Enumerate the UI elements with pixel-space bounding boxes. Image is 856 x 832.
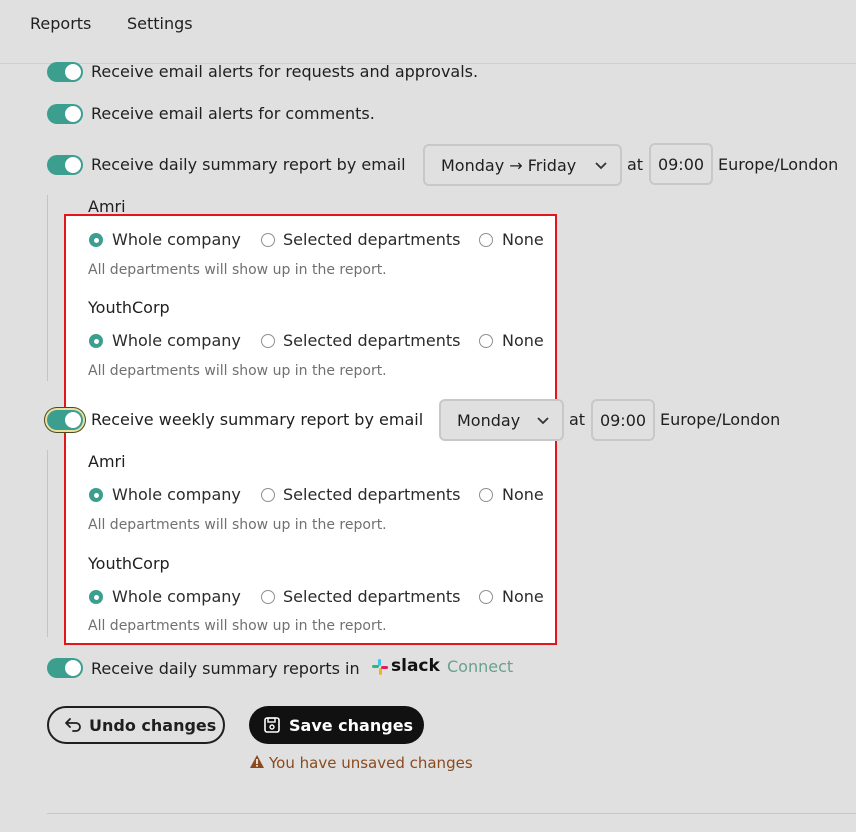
- daily-time-value: 09:00: [657, 154, 705, 174]
- save-changes-label: Save changes: [289, 715, 414, 735]
- weekly-day-select[interactable]: Monday: [439, 399, 564, 441]
- bottom-divider: [47, 813, 856, 814]
- slack-mark-icon: [372, 659, 388, 675]
- radio-label: None: [502, 230, 544, 249]
- email-comments-label: Receive email alerts for comments.: [91, 104, 375, 123]
- radio-label: Selected departments: [283, 587, 461, 606]
- daily-company-name: Amri: [88, 197, 126, 216]
- save-icon: [264, 717, 280, 733]
- slack-brand: slack: [391, 656, 440, 676]
- daily-timezone-label: Europe/London: [718, 155, 839, 174]
- daily-summary-label: Receive daily summary report by email: [91, 155, 406, 174]
- daily-time-field[interactable]: 09:00: [649, 143, 713, 185]
- undo-changes-button[interactable]: Undo changes: [47, 706, 225, 744]
- radio-label: None: [502, 331, 544, 350]
- radio-whole-company[interactable]: [89, 488, 103, 502]
- toggle-knob: [65, 660, 81, 676]
- radio-label: Selected departments: [283, 485, 461, 504]
- weekly-summary-label: Receive weekly summary report by email: [91, 410, 424, 429]
- weekly-day-value: Monday: [457, 410, 521, 430]
- warning-triangle-icon: [250, 755, 264, 768]
- radio-selected-departments[interactable]: [261, 590, 275, 604]
- unsaved-changes-warning: You have unsaved changes: [269, 754, 473, 772]
- slack-connect-link[interactable]: Connect: [447, 657, 513, 676]
- radio-label: Selected departments: [283, 331, 461, 350]
- undo-changes-label: Undo changes: [89, 715, 217, 735]
- radio-whole-company[interactable]: [89, 334, 103, 348]
- daily-day-range-select[interactable]: Monday → Friday: [423, 144, 622, 186]
- radio-none[interactable]: [479, 233, 493, 247]
- weekly-company-name: YouthCorp: [88, 554, 170, 573]
- weekly-company-name: Amri: [88, 452, 126, 471]
- toggle-email-comments[interactable]: [47, 104, 83, 124]
- chevron-down-icon: [537, 417, 549, 425]
- toggle-knob: [65, 157, 81, 173]
- daily-section-guide: [47, 195, 48, 381]
- department-hint: All departments will show up in the repo…: [88, 363, 387, 379]
- radio-label: None: [502, 587, 544, 606]
- toggle-knob: [65, 106, 81, 122]
- toggle-email-requests[interactable]: [47, 62, 83, 82]
- weekly-at-label: at: [569, 410, 586, 429]
- weekly-time-field[interactable]: 09:00: [591, 399, 655, 441]
- toggle-knob: [65, 412, 81, 428]
- slack-logo-icon: [372, 659, 388, 679]
- tab-settings[interactable]: Settings: [127, 14, 193, 33]
- radio-none[interactable]: [479, 334, 493, 348]
- department-hint: All departments will show up in the repo…: [88, 618, 387, 634]
- radio-none[interactable]: [479, 590, 493, 604]
- chevron-down-icon: [595, 162, 607, 170]
- radio-label: Whole company: [112, 230, 241, 249]
- daily-company-name: YouthCorp: [88, 298, 170, 317]
- radio-whole-company[interactable]: [89, 590, 103, 604]
- toggle-slack-summary[interactable]: [47, 658, 83, 678]
- radio-selected-departments[interactable]: [261, 334, 275, 348]
- toggle-daily-summary[interactable]: [47, 155, 83, 175]
- radio-selected-departments[interactable]: [261, 488, 275, 502]
- daily-day-range-value: Monday → Friday: [441, 155, 577, 175]
- radio-whole-company[interactable]: [89, 233, 103, 247]
- slack-summary-label: Receive daily summary reports in: [91, 659, 360, 678]
- warning-icon: [249, 754, 265, 774]
- radio-label: Whole company: [112, 587, 241, 606]
- save-changes-button[interactable]: Save changes: [249, 706, 424, 744]
- radio-label: Whole company: [112, 331, 241, 350]
- toggle-weekly-summary[interactable]: [47, 410, 83, 430]
- radio-none[interactable]: [479, 488, 493, 502]
- undo-icon: [65, 718, 81, 732]
- weekly-section-guide: [47, 450, 48, 637]
- radio-label: None: [502, 485, 544, 504]
- department-hint: All departments will show up in the repo…: [88, 262, 387, 278]
- daily-at-label: at: [627, 155, 644, 174]
- weekly-timezone-label: Europe/London: [660, 410, 781, 429]
- tab-reports[interactable]: Reports: [30, 14, 91, 33]
- weekly-time-value: 09:00: [599, 410, 647, 430]
- radio-selected-departments[interactable]: [261, 233, 275, 247]
- radio-label: Whole company: [112, 485, 241, 504]
- toggle-knob: [65, 64, 81, 80]
- department-hint: All departments will show up in the repo…: [88, 517, 387, 533]
- email-requests-label: Receive email alerts for requests and ap…: [91, 62, 479, 81]
- radio-label: Selected departments: [283, 230, 461, 249]
